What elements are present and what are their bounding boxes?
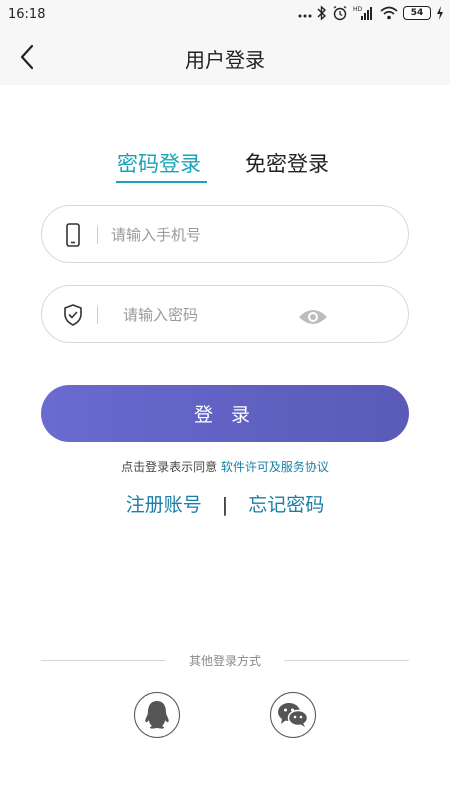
active-tab-indicator bbox=[116, 181, 207, 183]
status-icons: HD 54 bbox=[298, 5, 444, 21]
svg-text:HD: HD bbox=[353, 6, 363, 13]
alarm-icon bbox=[332, 5, 348, 21]
phone-field[interactable] bbox=[41, 205, 409, 263]
charging-icon bbox=[436, 6, 444, 20]
eye-icon[interactable] bbox=[297, 307, 329, 327]
login-button[interactable]: 登 录 bbox=[41, 385, 409, 442]
wechat-icon bbox=[278, 703, 309, 727]
phone-icon bbox=[62, 223, 84, 247]
divider-line-right bbox=[284, 660, 409, 661]
field-divider bbox=[97, 306, 98, 324]
status-bar: 16:18 HD 54 bbox=[0, 0, 450, 30]
nav-bar: 用户登录 bbox=[0, 30, 450, 85]
hd-signal-icon: HD bbox=[353, 5, 375, 21]
more-dots-icon bbox=[298, 6, 312, 20]
status-time: 16:18 bbox=[8, 7, 46, 22]
agreement-link[interactable]: 软件许可及服务协议 bbox=[221, 460, 329, 474]
account-links: 注册账号 | 忘记密码 bbox=[0, 490, 450, 517]
bluetooth-icon bbox=[317, 5, 327, 21]
login-tabs: 密码登录 免密登录 bbox=[0, 148, 450, 188]
agreement-text: 点击登录表示同意 软件许可及服务协议 bbox=[0, 458, 450, 475]
page-title: 用户登录 bbox=[185, 48, 265, 72]
tab-password-login[interactable]: 密码登录 bbox=[117, 148, 201, 178]
wifi-icon bbox=[380, 6, 398, 20]
wechat-login-button[interactable] bbox=[270, 692, 316, 738]
tab-passwordless-login[interactable]: 免密登录 bbox=[245, 148, 329, 178]
qq-login-button[interactable] bbox=[134, 692, 180, 738]
register-link[interactable]: 注册账号 bbox=[126, 494, 202, 516]
links-separator: | bbox=[221, 494, 229, 516]
shield-check-icon bbox=[62, 303, 84, 327]
password-field[interactable] bbox=[41, 285, 409, 343]
agreement-prefix: 点击登录表示同意 bbox=[121, 460, 218, 474]
phone-input[interactable] bbox=[111, 224, 381, 246]
other-login-divider: 其他登录方式 bbox=[41, 650, 409, 670]
password-input[interactable] bbox=[123, 304, 303, 326]
field-divider bbox=[97, 226, 98, 244]
forgot-password-link[interactable]: 忘记密码 bbox=[248, 494, 324, 516]
qq-icon bbox=[145, 701, 169, 729]
battery-icon: 54 bbox=[403, 6, 431, 20]
